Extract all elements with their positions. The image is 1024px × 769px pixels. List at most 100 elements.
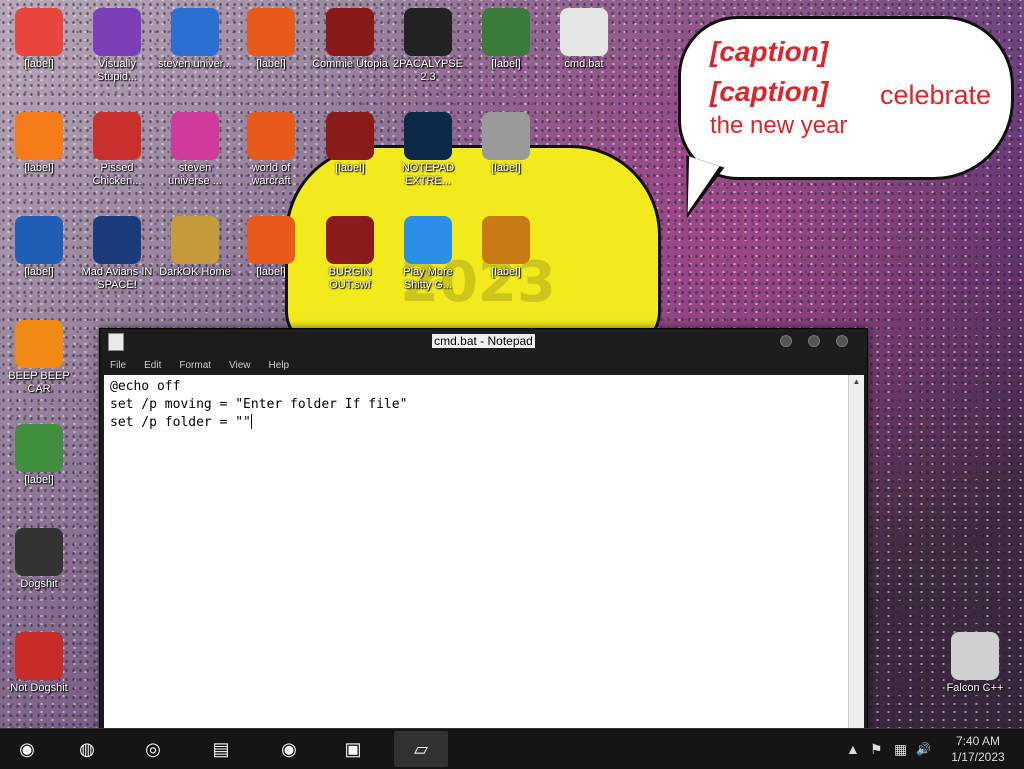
desktop-icon-label: BEEP BEEP CAR — [8, 370, 70, 395]
desktop-icon[interactable]: [label] — [468, 112, 544, 175]
desktop-icon[interactable]: DarkOK Home — [157, 216, 233, 279]
editor-line-3: set /p folder = "" — [110, 415, 251, 430]
desktop-icon[interactable]: [label] — [233, 8, 309, 71]
desktop-icon-label: DarkOK Home — [159, 266, 231, 278]
taskbar-chrome-icon[interactable]: ◉ — [0, 731, 54, 767]
app-icon — [247, 8, 295, 56]
scroll-up-icon[interactable]: ▲ — [849, 375, 864, 389]
app-icon — [326, 8, 374, 56]
desktop-icon[interactable]: Pissed Chicken... — [79, 112, 155, 188]
flash-icon — [326, 112, 374, 160]
desktop-icon-label: [label] — [491, 266, 521, 278]
desktop-icon[interactable]: Dogshit — [1, 528, 77, 591]
terminal-icon — [404, 8, 452, 56]
desktop-icon[interactable]: Not Dogshit — [1, 632, 77, 695]
desktop-icon-label: [label] — [491, 58, 521, 70]
desktop-icon-label: 2PACALYPSE 2.3 — [393, 58, 463, 83]
bubble-line-2: [caption] — [710, 76, 829, 107]
desktop-icon-label: [label] — [24, 474, 54, 486]
desktop-icon[interactable]: [label] — [233, 216, 309, 279]
app-icon — [482, 216, 530, 264]
desktop-icon-label: steven universe ... — [168, 162, 222, 187]
taskbar: ◉ ◍ ◎ ▤ ◉ ▣ ▱ ▲ ⚑ ▦ 🔊 7:40 AM 1/17/2023 — [0, 728, 1024, 769]
desktop-icon[interactable]: cmd.bat — [546, 8, 622, 71]
volume-icon[interactable]: 🔊 — [916, 729, 931, 769]
menu-format[interactable]: Format — [179, 360, 211, 371]
bubble-line-3: the new year — [710, 112, 848, 139]
flash-icon — [326, 216, 374, 264]
desktop-icon[interactable]: Mad Avians IN SPACE! — [79, 216, 155, 292]
taskbar-firefox-icon[interactable]: ◍ — [60, 731, 114, 767]
desktop-icon-label: world of warcraft — [251, 162, 291, 187]
minimize-button[interactable] — [780, 335, 792, 347]
desktop-icon[interactable]: [label] — [468, 8, 544, 71]
editor-line-1: @echo off — [110, 379, 181, 394]
network-icon[interactable]: ▦ — [894, 729, 907, 769]
desktop-icon[interactable]: world of warcraft — [233, 112, 309, 188]
desktop-icon-label: Mad Avians IN SPACE! — [81, 266, 153, 291]
desktop-icon[interactable]: Falcon C++ — [937, 632, 1013, 695]
text-caret — [250, 414, 252, 429]
firefox-icon — [15, 112, 63, 160]
taskbar-folder-icon[interactable]: ▤ — [194, 731, 248, 767]
bubble-celebrate: celebrate — [880, 80, 992, 110]
close-button[interactable] — [836, 335, 848, 347]
desktop-icon-label: [label] — [24, 266, 54, 278]
desktop-icon-label: Not Dogshit — [10, 682, 68, 694]
desktop-icon[interactable]: [label] — [1, 8, 77, 71]
desktop-icon[interactable]: [label] — [1, 112, 77, 175]
desktop-icon-label: NOTEPAD EXTRE... — [401, 162, 455, 187]
desktop-icon-label: steven univer... — [158, 58, 232, 70]
app-icon — [247, 216, 295, 264]
taskbar-notepad-icon[interactable]: ▱ — [394, 731, 448, 767]
desktop-icon[interactable]: [label] — [468, 216, 544, 279]
hex-editor-icon — [15, 424, 63, 472]
notepad-window[interactable]: cmd.bat - Notepad File Edit Format View … — [99, 328, 868, 732]
desktop-icon[interactable]: 2PACALYPSE 2.3 — [390, 8, 466, 84]
flag-icon[interactable]: ⚑ — [870, 729, 883, 769]
desktop-icon[interactable]: [label] — [312, 112, 388, 175]
tray-overflow-icon[interactable]: ▲ — [846, 729, 860, 769]
desktop-icon[interactable]: [label] — [1, 216, 77, 279]
desktop-icon[interactable]: BEEP BEEP CAR — [1, 320, 77, 396]
notepad-titlebar[interactable]: cmd.bat - Notepad — [100, 329, 867, 353]
clock-time: 7:40 AM — [955, 734, 1001, 748]
vlc-icon — [15, 320, 63, 368]
desktop-icon-label: Play More Shitty G... — [403, 266, 453, 291]
menu-view[interactable]: View — [229, 360, 251, 371]
desktop-icon[interactable]: steven univer... — [157, 8, 233, 71]
game-icon — [93, 112, 141, 160]
taskbar-app-icon[interactable]: ◎ — [126, 731, 180, 767]
taskbar-terminal-icon[interactable]: ▣ — [326, 731, 380, 767]
desktop-icon-label: Dogshit — [20, 578, 58, 590]
desktop-icon[interactable]: Commie Utopia — [312, 8, 388, 71]
desktop-icon[interactable]: steven universe ... — [157, 112, 233, 188]
maximize-button[interactable] — [808, 335, 820, 347]
clock[interactable]: 7:40 AM 1/17/2023 — [940, 733, 1016, 765]
menu-file[interactable]: File — [110, 360, 126, 371]
desktop-icon-label: [label] — [24, 58, 54, 70]
bubble-line-1: [caption] — [710, 36, 829, 67]
desktop-icon[interactable]: Visually Stupid... — [79, 8, 155, 84]
desktop-icon-label: [label] — [491, 162, 521, 174]
desktop-icon[interactable]: BURGIN OUT.swf — [312, 216, 388, 292]
desktop-icon[interactable]: [label] — [1, 424, 77, 487]
app-icon — [171, 112, 219, 160]
app-icon — [171, 8, 219, 56]
visual-studio-icon — [93, 8, 141, 56]
batch-file-icon — [560, 8, 608, 56]
desktop-icon-label: [label] — [256, 266, 286, 278]
desktop-icon[interactable]: NOTEPAD EXTRE... — [390, 112, 466, 188]
app-icon — [482, 112, 530, 160]
menu-edit[interactable]: Edit — [144, 360, 161, 371]
desktop-icon[interactable]: Play More Shitty G... — [390, 216, 466, 292]
text-editor[interactable]: @echo off set /p moving = "Enter folder … — [104, 375, 848, 729]
taskbar-chrome-icon[interactable]: ◉ — [262, 731, 316, 767]
recycle-bin-icon — [951, 632, 999, 680]
app-icon — [15, 216, 63, 264]
vertical-scrollbar[interactable]: ▲ — [848, 375, 864, 729]
desktop-icon-label: [label] — [24, 162, 54, 174]
menu-bar: File Edit Format View Help — [100, 355, 867, 375]
menu-help[interactable]: Help — [269, 360, 290, 371]
desktop-icon-label: Visually Stupid... — [96, 58, 138, 83]
